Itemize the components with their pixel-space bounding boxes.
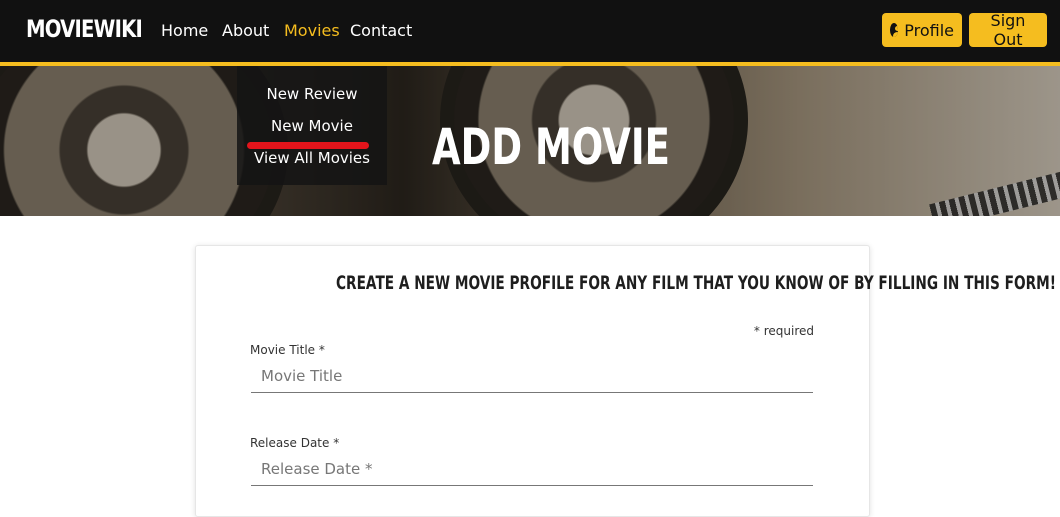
movie-title-label: Movie Title * xyxy=(250,343,325,357)
nav-link-contact[interactable]: Contact xyxy=(350,21,412,40)
movie-title-input[interactable] xyxy=(251,359,813,393)
red-underline-annotation xyxy=(247,142,369,149)
nav-link-movies[interactable]: Movies xyxy=(284,21,340,40)
nav-link-home[interactable]: Home xyxy=(161,21,208,40)
profile-button-label: Profile xyxy=(904,20,954,40)
release-date-label: Release Date * xyxy=(250,436,340,450)
profile-button[interactable]: Profile xyxy=(882,13,962,47)
required-note: * required xyxy=(753,324,814,338)
brand-logo[interactable]: MOVIEWIKI xyxy=(26,15,143,43)
sign-out-button[interactable]: Sign Out xyxy=(969,11,1047,49)
dropdown-item-new-review[interactable]: New Review xyxy=(237,85,387,103)
release-date-input[interactable] xyxy=(251,452,813,486)
hero-banner: ADD MOVIE xyxy=(0,66,1060,216)
nav-link-about[interactable]: About xyxy=(222,21,269,40)
movies-dropdown-menu: New Review New Movie View All Movies xyxy=(237,66,387,185)
dropdown-item-new-movie[interactable]: New Movie xyxy=(237,117,387,135)
user-circle-icon xyxy=(890,23,899,37)
dropdown-item-view-all-movies[interactable]: View All Movies xyxy=(237,149,387,167)
add-movie-form-card: CREATE A NEW MOVIE PROFILE FOR ANY FILM … xyxy=(195,245,1056,517)
top-navbar: MOVIEWIKI Home About Movies Contact Prof… xyxy=(0,0,1060,66)
form-heading: CREATE A NEW MOVIE PROFILE FOR ANY FILM … xyxy=(335,272,1056,294)
page-title: ADD MOVIE xyxy=(432,118,670,176)
